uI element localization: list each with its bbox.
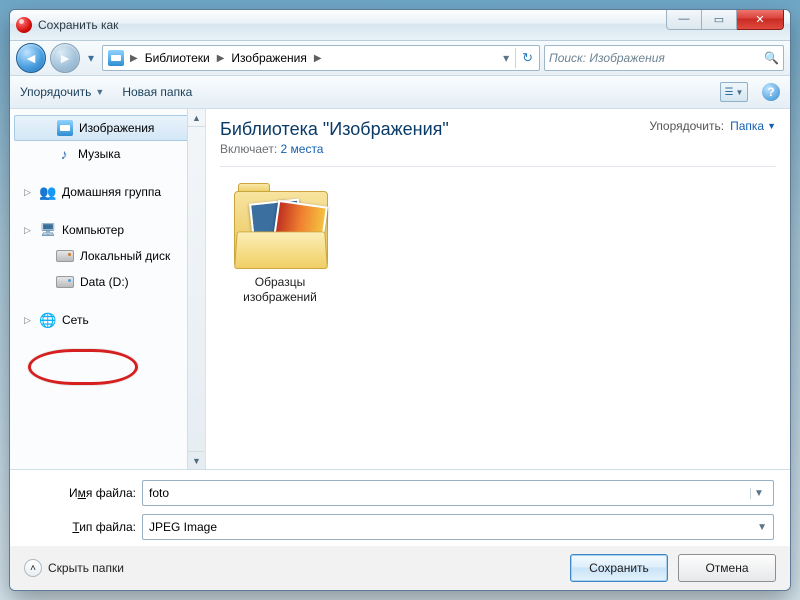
annotation-circle	[28, 349, 138, 385]
search-icon: 🔍	[764, 51, 779, 65]
back-button[interactable]: ◄	[16, 43, 46, 73]
chevron-right-icon[interactable]: ▶	[311, 53, 325, 64]
folder-item[interactable]: Образцы изображений	[220, 181, 340, 305]
organize-button[interactable]: Упорядочить▼	[20, 85, 104, 99]
tree-item[interactable]: Изображения	[14, 115, 205, 141]
filetype-dropdown[interactable]: JPEG Image ▼	[142, 514, 774, 540]
search-placeholder: Поиск: Изображения	[549, 51, 665, 65]
maximize-button[interactable]: ▭	[702, 9, 737, 30]
close-button[interactable]: ✕	[737, 9, 784, 30]
navigation-tree: Изображения ♪Музыка ▷👥Домашняя группа ▷🖥Ком…	[10, 109, 206, 469]
filetype-label: Тип файла:	[26, 520, 136, 534]
tree-item[interactable]: Локальный диск	[14, 243, 205, 269]
tree-item[interactable]: ♪Музыка	[14, 141, 205, 167]
folder-icon	[230, 181, 330, 271]
tree-item-label: Сеть	[62, 313, 89, 327]
hide-folders-button[interactable]: ˄ Скрыть папки	[24, 559, 124, 577]
breadcrumb-libraries[interactable]: Библиотеки	[141, 46, 214, 70]
tree-item[interactable]: ▷🌐Сеть	[14, 307, 205, 333]
toolbar: Упорядочить▼ Новая папка ☰▼ ?	[10, 76, 790, 109]
libraries-icon	[105, 48, 127, 68]
filename-label: Имя файла:	[26, 486, 136, 500]
help-button[interactable]: ?	[762, 83, 780, 101]
tree-item-label: Data (D:)	[80, 275, 129, 289]
tree-item[interactable]: ▷🖥Компьютер	[14, 217, 205, 243]
filename-input[interactable]: foto ▼	[142, 480, 774, 506]
expand-icon[interactable]: ▷	[24, 187, 31, 198]
expand-icon[interactable]: ▷	[24, 315, 31, 326]
navbar: ◄ ► ▾ ▶ Библиотеки ▶ Изображения ▶ ▾ ↻ П	[10, 41, 790, 76]
sidebar-scrollbar[interactable]: ▲ ▼	[187, 109, 205, 469]
minimize-button[interactable]: —	[666, 9, 702, 30]
cancel-button[interactable]: Отмена	[678, 554, 776, 582]
chevron-down-icon: ▼	[95, 87, 104, 97]
divider	[220, 166, 776, 167]
tree-item-label: Компьютер	[62, 223, 124, 237]
chevron-right-icon[interactable]: ▶	[127, 53, 141, 64]
breadcrumb-dropdown-icon[interactable]: ▾	[503, 51, 509, 65]
scroll-up-icon[interactable]: ▲	[188, 109, 205, 127]
chevron-up-icon: ˄	[24, 559, 42, 577]
library-title: Библиотека "Изображения"	[220, 119, 449, 140]
chevron-down-icon: ▼	[767, 121, 776, 131]
tree-item-label: Локальный диск	[80, 249, 170, 263]
folder-label: Образцы изображений	[220, 275, 340, 305]
opera-icon	[16, 17, 32, 33]
chevron-down-icon: ▼	[757, 522, 767, 533]
forward-button[interactable]: ►	[50, 43, 80, 73]
expand-icon[interactable]: ▷	[24, 225, 31, 236]
window-title: Сохранить как	[38, 18, 118, 32]
chevron-right-icon[interactable]: ▶	[214, 53, 228, 64]
filename-history-dropdown[interactable]: ▼	[750, 488, 767, 499]
tree-item-label: Изображения	[79, 121, 154, 135]
nav-history-dropdown[interactable]: ▾	[84, 44, 98, 72]
dialog-footer: ˄ Скрыть папки Сохранить Отмена	[10, 546, 790, 590]
tree-item[interactable]: ▷👥Домашняя группа	[14, 179, 205, 205]
breadcrumb-pictures[interactable]: Изображения	[227, 46, 310, 70]
view-options-button[interactable]: ☰▼	[720, 82, 748, 102]
save-as-dialog: Сохранить как — ▭ ✕ ◄ ► ▾ ▶ Библиотеки ▶…	[9, 9, 791, 591]
save-button[interactable]: Сохранить	[570, 554, 668, 582]
arrange-by: Упорядочить: Папка▼	[649, 119, 776, 133]
tree-item[interactable]: Data (D:)	[14, 269, 205, 295]
arrange-by-dropdown[interactable]: Папка▼	[730, 119, 776, 133]
library-includes: Включает: 2 места	[220, 142, 449, 156]
breadcrumb[interactable]: ▶ Библиотеки ▶ Изображения ▶ ▾ ↻	[102, 45, 540, 71]
file-fields: Имя файла: foto ▼ Тип файла: JPEG Image …	[10, 470, 790, 546]
titlebar: Сохранить как — ▭ ✕	[10, 10, 790, 41]
search-input[interactable]: Поиск: Изображения 🔍	[544, 45, 784, 71]
new-folder-button[interactable]: Новая папка	[122, 85, 192, 99]
library-locations-link[interactable]: 2 места	[281, 142, 324, 156]
content-pane: Библиотека "Изображения" Включает: 2 мес…	[206, 109, 790, 469]
scroll-down-icon[interactable]: ▼	[188, 451, 205, 469]
window-controls: — ▭ ✕	[666, 9, 784, 30]
tree-item-label: Домашняя группа	[62, 185, 161, 199]
refresh-icon[interactable]: ↻	[522, 50, 533, 66]
dialog-body: Изображения ♪Музыка ▷👥Домашняя группа ▷🖥Ком…	[10, 109, 790, 470]
tree-item-label: Музыка	[78, 147, 120, 161]
